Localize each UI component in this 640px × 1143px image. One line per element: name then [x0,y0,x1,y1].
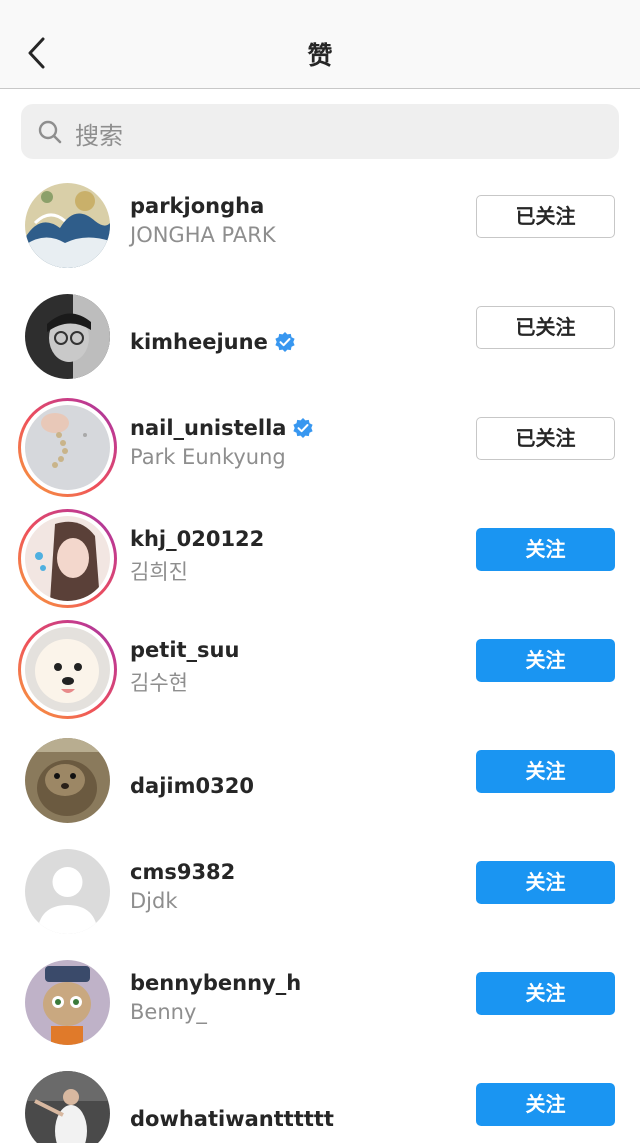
username[interactable]: bennybenny_h [130,971,301,995]
full-name: JONGHA PARK [130,223,276,247]
avatar[interactable] [18,953,117,1052]
search-icon [38,120,62,144]
full-name: 김희진 [130,560,188,584]
username[interactable]: parkjongha [130,194,264,218]
avatar-story-ring[interactable] [18,398,117,497]
avatar[interactable] [18,1064,117,1143]
avatar-story-ring[interactable] [18,620,117,719]
list-item[interactable]: khj_020122 김희진 关注 [0,493,640,608]
following-button[interactable]: 已关注 [476,306,615,349]
full-name: Park Eunkyung [130,445,286,469]
avatar[interactable] [18,176,117,275]
username[interactable]: cms9382 [130,860,235,884]
avatar-story-ring[interactable] [18,509,117,608]
full-name: Djdk [130,889,178,913]
username[interactable]: khj_020122 [130,527,264,551]
page-title: 赞 [307,41,333,70]
verified-badge-icon [293,418,314,438]
follow-button[interactable]: 关注 [476,1083,615,1126]
username[interactable]: dajim0320 [130,774,254,798]
username[interactable]: kimheejune [130,330,268,354]
follow-button[interactable]: 关注 [476,639,615,682]
following-button[interactable]: 已关注 [476,417,615,460]
username[interactable]: dowhatiwantttttt [130,1107,334,1131]
follow-button[interactable]: 关注 [476,861,615,904]
follow-button[interactable]: 关注 [476,972,615,1015]
list-item[interactable]: dajim0320 关注 [0,715,640,826]
follow-button[interactable]: 关注 [476,750,615,793]
list-item[interactable]: dowhatiwantttttt 关注 [0,1048,640,1143]
list-item[interactable]: cms9382 Djdk 关注 [0,826,640,937]
list-item[interactable]: nail_unistella Park Eunkyung 已关注 [0,382,640,497]
top-bar: 赞 [0,0,640,89]
list-item[interactable]: bennybenny_h Benny_ 关注 [0,937,640,1048]
full-name: Benny_ [130,1000,207,1024]
search-input[interactable]: 搜索 [21,104,619,159]
list-item[interactable]: parkjongha JONGHA PARK 已关注 [0,160,640,271]
avatar[interactable] [18,731,117,830]
avatar-placeholder[interactable] [18,842,117,941]
verified-badge-icon [275,332,295,352]
default-user-icon [25,849,110,934]
search-placeholder: 搜索 [75,122,123,150]
list-item[interactable]: petit_suu 김수현 关注 [0,604,640,719]
follow-button[interactable]: 关注 [476,528,615,571]
following-button[interactable]: 已关注 [476,195,615,238]
username[interactable]: petit_suu [130,638,239,662]
list-item[interactable]: kimheejune 已关注 [0,271,640,382]
username[interactable]: nail_unistella [130,416,286,440]
full-name: 김수현 [130,671,188,695]
avatar[interactable] [18,287,117,386]
